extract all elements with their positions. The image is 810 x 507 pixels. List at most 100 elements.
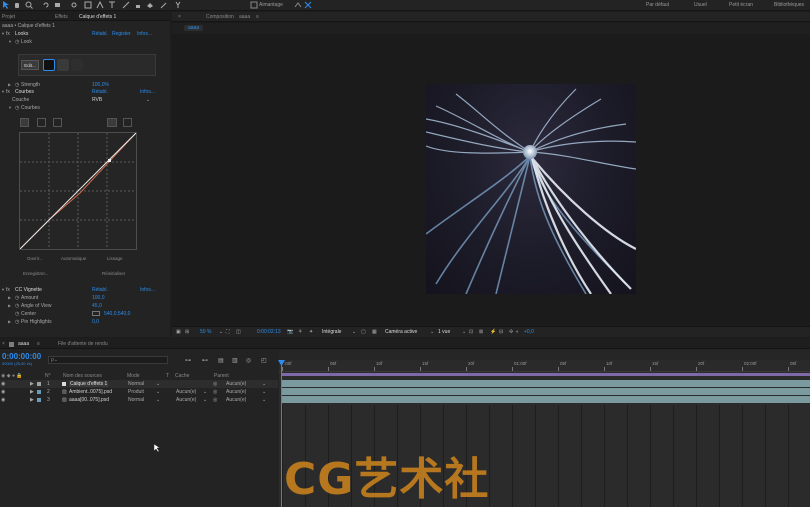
- reset-curve-button[interactable]: Réinitialiser: [102, 271, 125, 276]
- tab-effects[interactable]: Effets: [55, 14, 68, 20]
- resize-icon[interactable]: [53, 118, 62, 127]
- look-thumbnail-1[interactable]: [43, 59, 55, 71]
- tab-timeline-comp[interactable]: aaaa: [18, 341, 29, 347]
- clone-stamp-tool-icon[interactable]: [134, 1, 142, 9]
- linear-icon[interactable]: [20, 118, 29, 127]
- bezier-curve-icon[interactable]: [107, 118, 117, 127]
- current-time[interactable]: 0:00:00:00: [2, 352, 41, 361]
- snap-options-icon[interactable]: [294, 1, 302, 9]
- workspace-standard[interactable]: Usuel: [694, 2, 707, 8]
- region-icon[interactable]: ▢: [361, 329, 366, 335]
- save-curve-button[interactable]: Enregistrer...: [23, 271, 49, 276]
- channel-icon[interactable]: ⚘: [298, 329, 302, 335]
- transparency-icon[interactable]: ▦: [372, 329, 377, 335]
- time-ruler[interactable]: :00f 05f 10f 15f 20f 01:00f 05f 10f 15f 20f 02:00f…: [279, 360, 810, 372]
- rotate-tool-icon[interactable]: [42, 1, 50, 9]
- col-mode: Mode: [127, 373, 140, 379]
- playhead[interactable]: [281, 360, 282, 507]
- toggle-pixel-icon[interactable]: ⊡: [469, 329, 473, 335]
- resolution-value[interactable]: Intégrale: [322, 329, 341, 335]
- tl-tool-icon-4[interactable]: ▥: [232, 357, 238, 364]
- timeline-search-input[interactable]: ρ⌄: [48, 356, 168, 364]
- expand-icon[interactable]: [304, 1, 312, 9]
- work-area-range[interactable]: [281, 373, 810, 376]
- look-row[interactable]: ▼ ◷ Look: [0, 38, 170, 45]
- tab-project[interactable]: Projet: [2, 14, 15, 20]
- tab-composition-label[interactable]: Composition: [206, 14, 234, 20]
- tl-tool-icon-5[interactable]: ◎: [246, 357, 251, 364]
- text-tool-icon[interactable]: [108, 1, 116, 9]
- grid-icon[interactable]: ⊞: [185, 329, 189, 335]
- close-icon[interactable]: ×: [178, 14, 181, 20]
- workspace-small-screen[interactable]: Petit écran: [729, 2, 753, 8]
- auto-curve-button[interactable]: Automatique: [61, 256, 86, 261]
- viewer-timecode[interactable]: 0:00:02:13: [257, 329, 281, 335]
- zoom-tool-icon[interactable]: [25, 1, 33, 9]
- eraser-tool-icon[interactable]: [146, 1, 154, 9]
- tl-tool-icon-2[interactable]: ⊷: [202, 357, 208, 364]
- edit-look-button[interactable]: Edit...: [21, 60, 39, 70]
- effect-curves-row[interactable]: ▼ fx Courbes Rétabl. Infos...: [0, 88, 170, 95]
- pen-tool-icon[interactable]: [96, 0, 104, 9]
- 3d-icon[interactable]: ⊠: [479, 329, 483, 335]
- fast-preview-icon[interactable]: ⚡: [490, 329, 496, 335]
- exposure-icon[interactable]: ◐: [516, 329, 519, 335]
- camera-tool-icon[interactable]: [54, 1, 62, 9]
- amount-row[interactable]: ▶ ◷ Amount 100,0: [0, 294, 170, 301]
- strength-row[interactable]: ▶ ◷ Strength 100,0%: [0, 81, 170, 88]
- tl-tool-icon-3[interactable]: ▤: [218, 357, 224, 364]
- layer-row-1[interactable]: ◉ ▶ 1 Calque d'effets 1 Normal ⌄ ◎ Aucun…: [0, 380, 278, 388]
- snap-checkbox-icon[interactable]: [250, 1, 258, 9]
- graph-icon[interactable]: [37, 118, 46, 127]
- timeline-icon[interactable]: ⊟: [499, 329, 503, 335]
- effect-vignette-row[interactable]: ▼ fx CC Vignette Rétabl. Infos...: [0, 286, 170, 293]
- camera-value[interactable]: Caméra active: [385, 329, 417, 335]
- curves-sub-row[interactable]: ▼ ◷ Courbes: [0, 104, 170, 111]
- tab-composition-name[interactable]: aaaa: [239, 14, 250, 20]
- ruler-tick: [696, 367, 697, 371]
- puppet-tool-icon[interactable]: [174, 1, 182, 9]
- hand-tool-icon[interactable]: [13, 1, 21, 9]
- look-thumbnail-2[interactable]: [57, 59, 69, 71]
- selection-tool-icon[interactable]: [2, 1, 10, 9]
- comp-breadcrumb[interactable]: aaaa: [184, 25, 204, 31]
- layer-track-2[interactable]: [281, 388, 810, 395]
- snapshot-icon[interactable]: 📷: [287, 329, 293, 335]
- workspace-libraries[interactable]: Bibliothèques: [774, 2, 804, 8]
- layer-row-2[interactable]: ◉ ▶ 2 ▧ Ambient..0075].psd Produit ⌄ Auc…: [0, 388, 278, 396]
- tl-tool-icon-6[interactable]: ◰: [261, 357, 267, 364]
- always-preview-icon[interactable]: ▣: [176, 329, 181, 335]
- rectangle-tool-icon[interactable]: [84, 1, 92, 9]
- tl-tool-icon-1[interactable]: ⊶: [185, 357, 191, 364]
- channel-row[interactable]: Couche RVB ⌄: [0, 96, 170, 103]
- effect-looks-row[interactable]: ▼ fx Looks Rétabl. Register Infos...: [0, 30, 170, 37]
- layer-row-3[interactable]: ◉ ▶ 3 ▧ aaaa[00..075].psd Normal ⌄ Aucun…: [0, 396, 278, 404]
- layer-track-3[interactable]: [281, 396, 810, 403]
- views-value[interactable]: 1 vue: [438, 329, 450, 335]
- smooth-curve-button[interactable]: Lissage: [107, 256, 123, 261]
- work-area-bar[interactable]: [279, 350, 810, 360]
- look-thumbnail-3[interactable]: [71, 59, 83, 71]
- pin-highlights-row[interactable]: ▶ ◷ Pin Highlights 0,0: [0, 318, 170, 325]
- zoom-value[interactable]: 50 %: [200, 329, 211, 335]
- mask-icon[interactable]: ◫: [236, 329, 241, 335]
- workspace-default[interactable]: Par défaut: [646, 2, 669, 8]
- flowchart-icon[interactable]: ✣: [509, 329, 513, 335]
- curves-graph[interactable]: [19, 132, 137, 250]
- tab-render-queue[interactable]: File d'attente de rendu: [58, 341, 108, 347]
- open-curve-button[interactable]: Ouvrir...: [27, 256, 43, 261]
- timeline-menu-icon[interactable]: ≡: [37, 341, 40, 347]
- brush-tool-icon[interactable]: [122, 1, 130, 9]
- pencil-curve-icon[interactable]: [123, 118, 132, 127]
- layer-track-1[interactable]: [281, 380, 810, 387]
- roto-brush-tool-icon[interactable]: [160, 1, 168, 9]
- center-row[interactable]: ◷ Center 540,0,540,0: [0, 310, 170, 317]
- tab-layer[interactable]: Calque d'effets 1: [79, 14, 116, 20]
- close-timeline-icon[interactable]: ×: [2, 341, 5, 347]
- fit-icon[interactable]: ⛶: [226, 329, 230, 335]
- color-icon[interactable]: ✦: [309, 329, 313, 335]
- exposure-value[interactable]: +0,0: [524, 329, 534, 335]
- menu-icon[interactable]: ≡: [256, 14, 259, 20]
- angle-row[interactable]: ▶ ◷ Angle of View 45,0: [0, 302, 170, 309]
- pan-behind-tool-icon[interactable]: [70, 1, 78, 9]
